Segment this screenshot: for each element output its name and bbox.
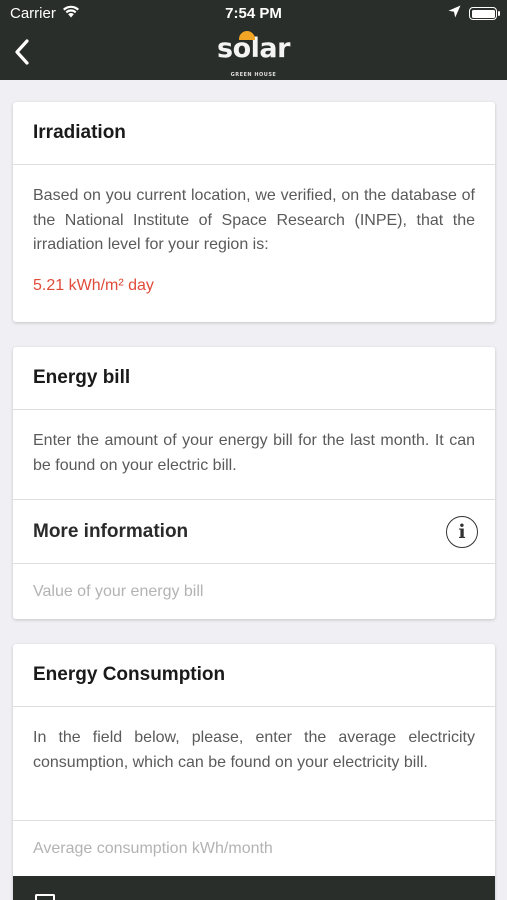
app-logo: solar GREEN HOUSE bbox=[0, 31, 507, 90]
status-time: 7:54 PM bbox=[225, 5, 282, 22]
status-bar: Carrier 7:54 PM bbox=[0, 0, 507, 28]
irradiation-card: Irradiation Based on you current locatio… bbox=[13, 102, 495, 322]
energy-consumption-input[interactable] bbox=[13, 821, 495, 876]
energy-bill-description: Enter the amount of your energy bill for… bbox=[33, 432, 475, 474]
irradiation-description: Based on you current location, we verifi… bbox=[33, 187, 475, 253]
status-right-group bbox=[448, 5, 500, 22]
energy-bill-title: Energy bill bbox=[13, 347, 495, 410]
sun-icon bbox=[238, 29, 256, 40]
irradiation-value: 5.21 kWh/m² day bbox=[33, 276, 154, 294]
battery-icon bbox=[469, 7, 500, 20]
energy-consumption-description: In the field below, please, enter the av… bbox=[13, 707, 495, 821]
info-icon[interactable]: i bbox=[446, 515, 478, 548]
energy-bill-input[interactable] bbox=[13, 564, 495, 619]
energy-bill-card: Energy bill Enter the amount of your ene… bbox=[13, 347, 495, 619]
bottom-action-bar[interactable] bbox=[13, 876, 495, 900]
logo-subtitle: GREEN HOUSE bbox=[230, 72, 277, 78]
location-arrow-icon bbox=[448, 5, 461, 22]
energy-consumption-card: Energy Consumption In the field below, p… bbox=[13, 644, 495, 900]
calculator-icon bbox=[35, 894, 55, 900]
irradiation-title: Irradiation bbox=[13, 102, 495, 165]
app-header: Carrier 7:54 PM solar GREEN HOUSE bbox=[0, 0, 507, 80]
more-information-row[interactable]: More information i bbox=[13, 499, 495, 564]
more-information-label: More information bbox=[33, 520, 189, 542]
energy-consumption-title: Energy Consumption bbox=[13, 644, 495, 707]
